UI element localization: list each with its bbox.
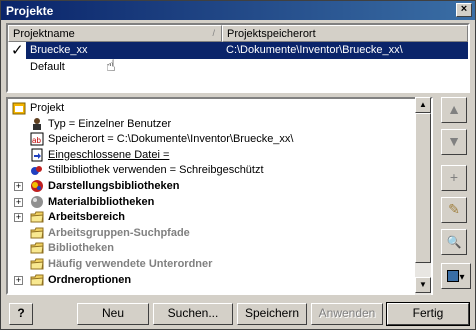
scroll-up-arrow-icon[interactable]: ▲ (415, 97, 431, 113)
chevron-down-icon: ▾ (459, 272, 465, 283)
project-settings-tree[interactable]: Projekt Typ = Einzelner Benutzer ab Speiche… (6, 97, 433, 295)
tree-item-label: Bibliotheken (48, 242, 115, 255)
tree-scrollbar[interactable]: ▲ ▼ (415, 97, 431, 295)
project-list[interactable]: Projektname / Projektspeicherort ✓ Bruec… (6, 23, 470, 93)
project-row-placeholder (8, 25, 468, 42)
magnifier-icon: 🔍 (446, 235, 462, 249)
tree-item-label: Arbeitsbereich (48, 211, 126, 224)
project-name: Default (30, 61, 65, 73)
tree-item-label: Eingeschlossene Datei = (48, 148, 170, 161)
hand-cursor-icon: ☝ (106, 58, 116, 75)
folder-icon (30, 241, 46, 256)
project-icon (12, 101, 28, 116)
edit-button[interactable]: ✎ (441, 197, 467, 223)
tree-item-label: Ordneroptionen (48, 273, 132, 286)
search-button[interactable]: 🔍 (441, 229, 467, 255)
new-button[interactable]: Neu (77, 303, 149, 325)
expand-icon[interactable]: + (14, 182, 23, 191)
projects-dialog: Projekte × Projektname / Projektspeicher… (0, 0, 476, 330)
apply-button[interactable]: Anwenden (311, 303, 383, 325)
tree-item-label: Typ = Einzelner Benutzer (48, 117, 172, 130)
expand-icon[interactable]: + (14, 275, 23, 285)
move-down-button[interactable]: ▼ (441, 129, 467, 155)
add-button[interactable]: + (441, 165, 467, 191)
svg-text:ab: ab (32, 136, 41, 145)
expand-icon[interactable]: + (14, 197, 23, 207)
appearance-library-icon (30, 179, 46, 194)
title-bar: Projekte × (1, 1, 475, 20)
user-icon (30, 117, 46, 132)
ab-icon: ab (30, 132, 46, 147)
tree-item-label: Materialbibliotheken (48, 195, 155, 208)
folder-icon (30, 210, 46, 225)
pencil-icon: ✎ (448, 201, 460, 217)
window-title: Projekte (6, 4, 54, 18)
expand-icon[interactable]: + (14, 213, 23, 223)
help-button[interactable]: ? (9, 303, 33, 325)
plus-icon: + (449, 169, 459, 185)
material-library-icon (30, 195, 46, 210)
active-project-check-icon: ✓ (11, 42, 24, 59)
done-button[interactable]: Fertig (386, 302, 470, 326)
project-row[interactable]: Default (26, 59, 468, 76)
project-row[interactable]: Bruecke_xx C:\Dokumente\Inventor\Bruecke… (26, 42, 468, 59)
folder-icon (30, 257, 46, 272)
scroll-down-arrow-icon[interactable]: ▼ (415, 277, 431, 293)
scroll-thumb[interactable] (415, 113, 431, 263)
folder-icon (30, 226, 46, 241)
include-file-icon (30, 148, 46, 163)
tree-item-label: Häufig verwendete Unterordner (48, 258, 213, 270)
save-button[interactable]: Speichern (237, 303, 307, 325)
project-name: Bruecke_xx (30, 44, 88, 56)
tree-item-label: Stilbibliothek verwenden = Schreibgeschü… (48, 164, 264, 177)
move-up-button[interactable]: ▲ (441, 97, 467, 123)
search-projects-button[interactable]: Suchen... (153, 303, 233, 325)
down-arrow-icon: ▼ (447, 133, 461, 149)
options-icon (447, 270, 460, 283)
style-library-icon (30, 163, 46, 178)
tree-item-label: Darstellungsbibliotheken (48, 180, 180, 192)
up-arrow-icon: ▲ (447, 101, 461, 117)
tree-item-label: Speicherort = C:\Dokumente\Inventor\Brue… (48, 133, 294, 146)
tree-item-label: Arbeitsgruppen-Suchpfade (48, 226, 190, 239)
options-button[interactable]: ▾ (441, 263, 471, 289)
project-location: C:\Dokumente\Inventor\Bruecke_xx\ (226, 44, 403, 56)
folder-icon (30, 273, 46, 288)
tree-item-label: Projekt (30, 102, 65, 114)
close-button[interactable]: × (456, 3, 472, 17)
